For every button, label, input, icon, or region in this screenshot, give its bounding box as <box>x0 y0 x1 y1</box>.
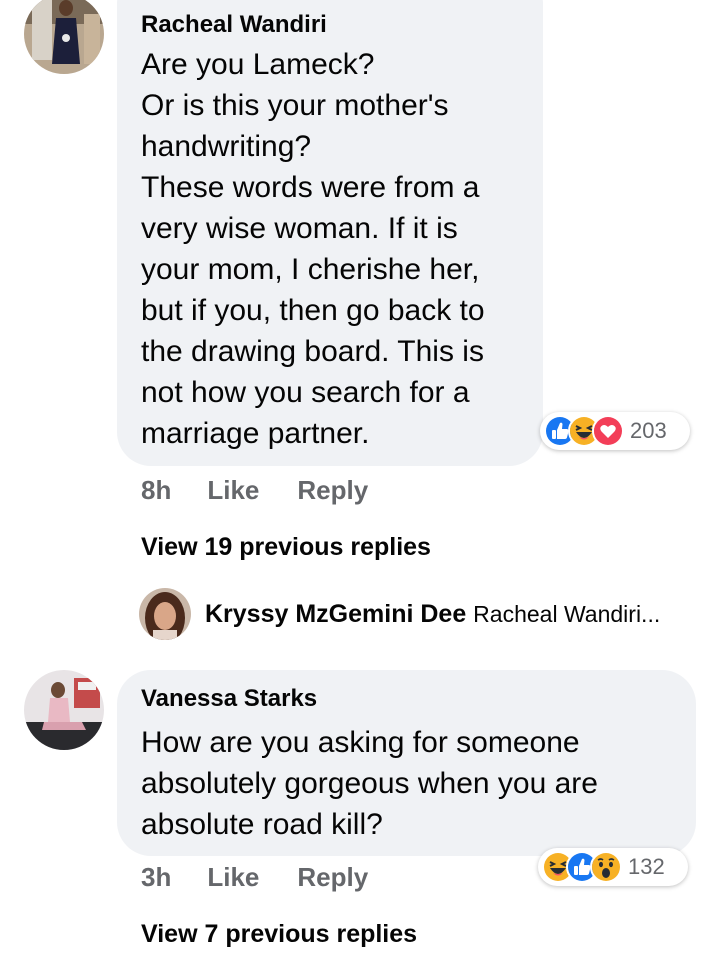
reply-button[interactable]: Reply <box>297 475 368 506</box>
comment-bubble: Vanessa Starks How are you asking for so… <box>117 670 696 856</box>
avatar-photo <box>24 0 104 74</box>
comment-actions: 8h Like Reply <box>141 475 368 506</box>
comment-line: Or is this your mother's <box>141 89 449 122</box>
reaction-summary[interactable]: 203 <box>540 412 690 450</box>
comment-line: absolute road kill? <box>141 808 383 841</box>
comment-timestamp[interactable]: 3h <box>141 862 171 893</box>
comment-line: very wise woman. If it is <box>141 212 458 245</box>
comment-line: but if you, then go back to <box>141 294 485 327</box>
reaction-summary[interactable]: 132 <box>538 848 688 886</box>
reply-avatar[interactable] <box>139 588 191 640</box>
comment-text: How are you asking for someone absolutel… <box>141 722 672 845</box>
comment-actions: 3h Like Reply <box>141 862 368 893</box>
comment-author[interactable]: Racheal Wandiri <box>141 10 519 40</box>
love-icon <box>592 415 624 447</box>
comment-line: handwriting? <box>141 130 312 163</box>
comment-line: marriage partner. <box>141 417 370 450</box>
comment-line: not how you search for a <box>141 376 470 409</box>
reply-button[interactable]: Reply <box>297 862 368 893</box>
avatar[interactable] <box>24 0 104 74</box>
view-previous-replies-link[interactable]: View 7 previous replies <box>141 920 417 949</box>
avatar-photo <box>24 670 104 750</box>
comment-line: These words were from a <box>141 171 480 204</box>
comment-bubble: Racheal Wandiri Are you Lameck? Or is th… <box>117 0 543 466</box>
comment-timestamp[interactable]: 8h <box>141 475 171 506</box>
wow-icon <box>590 851 622 883</box>
comment-author[interactable]: Vanessa Starks <box>141 684 672 714</box>
avatar[interactable] <box>24 670 104 750</box>
comment-line: absolutely gorgeous when you are <box>141 767 598 800</box>
reply-preview[interactable]: Kryssy MzGemini Dee Racheal Wandiri... <box>205 600 660 629</box>
comment-line: the drawing board. This is <box>141 335 484 368</box>
reaction-count: 132 <box>628 854 665 879</box>
avatar-photo <box>139 588 191 640</box>
reply-author[interactable]: Kryssy MzGemini Dee <box>205 600 466 628</box>
comment-line: your mom, I cherishe her, <box>141 253 480 286</box>
comment-line: Are you Lameck? <box>141 48 375 81</box>
reply-snippet: Racheal Wandiri... <box>473 601 661 627</box>
like-button[interactable]: Like <box>207 862 259 893</box>
comment-text: Are you Lameck? Or is this your mother's… <box>141 44 519 454</box>
view-previous-replies-link[interactable]: View 19 previous replies <box>141 533 431 562</box>
comment-line: How are you asking for someone <box>141 726 580 759</box>
reaction-count: 203 <box>630 418 667 443</box>
like-button[interactable]: Like <box>207 475 259 506</box>
comments-thread: Racheal Wandiri Are you Lameck? Or is th… <box>0 0 720 954</box>
